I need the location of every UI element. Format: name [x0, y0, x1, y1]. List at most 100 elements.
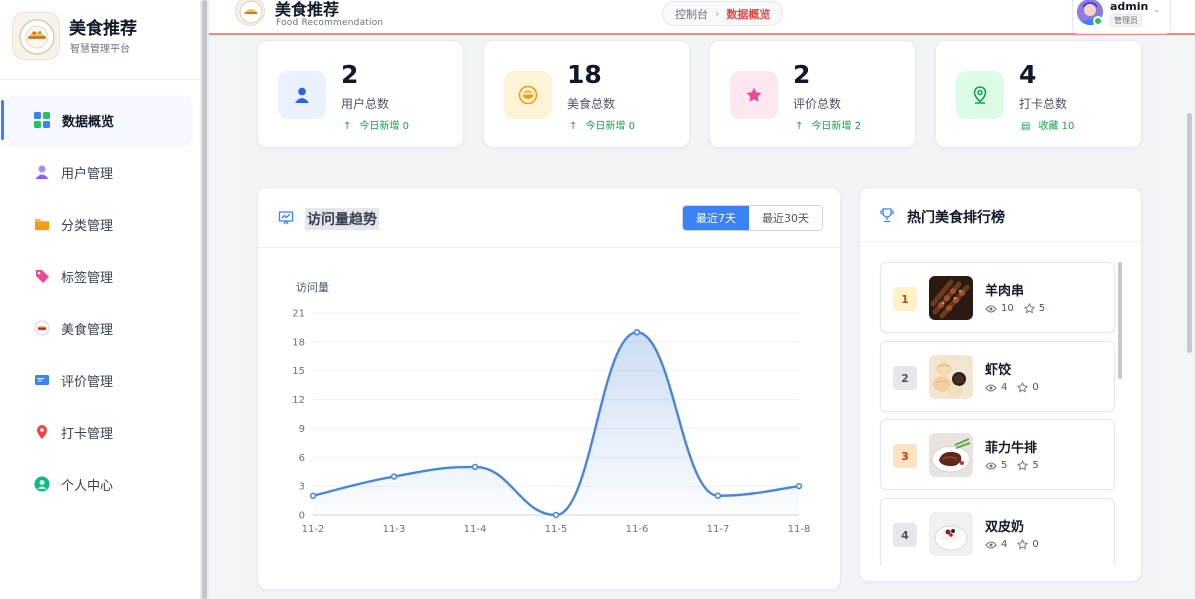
data-point — [471, 463, 479, 471]
star-count: 0 — [1017, 382, 1039, 393]
food-image-lamb-skewers — [929, 276, 973, 320]
sidebar-item-users[interactable]: 用户管理 — [0, 146, 201, 198]
y-tick-label: 3 — [299, 482, 305, 493]
trophy-icon — [880, 208, 894, 227]
sidebar-item-checkins[interactable]: 打卡管理 — [0, 406, 201, 458]
sidebar: 美食推荐 智慧管理平台 数据概览 用户管理 分类管理 标签管理 美食管理 评价管… — [0, 0, 201, 599]
range-7-days-button[interactable]: 最近7天 — [683, 206, 749, 230]
x-tick-label: 11-2 — [302, 524, 325, 535]
sidebar-item-label: 数据概览 — [62, 114, 115, 130]
stat-sub-text: 今日新增 0 — [359, 121, 409, 132]
location-pin-icon — [33, 423, 51, 441]
breadcrumb-parent[interactable]: 控制台 — [675, 6, 708, 22]
ranking-item[interactable]: 2 虾饺 4 0 — [880, 341, 1115, 412]
stat-label: 用户总数 — [341, 97, 390, 111]
food-name: 羊肉串 — [985, 284, 1025, 299]
sidebar-item-profile[interactable]: 个人中心 — [0, 458, 201, 510]
view-count-value: 10 — [1001, 303, 1014, 314]
page-scrollbar-thumb[interactable] — [1187, 113, 1192, 353]
arrow-up-icon: ↑ — [569, 121, 578, 132]
sidebar-item-tags[interactable]: 标签管理 — [0, 250, 201, 302]
sidebar-item-reviews[interactable]: 评价管理 — [0, 354, 201, 406]
chart-header: 访问量趋势 最近7天 最近30天 — [258, 188, 840, 248]
view-count: 10 — [985, 303, 1014, 314]
data-point — [714, 492, 722, 499]
stat-sub-text: 今日新增 0 — [585, 121, 635, 132]
stat-value: 2 — [341, 60, 359, 89]
star-count-value: 5 — [1032, 460, 1039, 471]
ranking-header: 热门美食排行榜 — [860, 188, 1141, 242]
view-count-value: 4 — [1001, 539, 1008, 550]
food-name: 菲力牛排 — [985, 441, 1038, 456]
ranking-item[interactable]: 4 双皮奶 4 0 — [880, 498, 1115, 566]
food-meta: 4 0 — [985, 539, 1049, 550]
rank-badge: 2 — [893, 366, 917, 390]
sidebar-item-label: 分类管理 — [61, 218, 114, 234]
star-outline-icon — [1023, 303, 1035, 314]
star-count: 0 — [1017, 539, 1039, 550]
y-axis-label: 访问量 — [296, 281, 329, 294]
stat-sub-text: 今日新增 2 — [811, 121, 861, 132]
x-tick-label: 11-7 — [707, 524, 730, 535]
sidebar-item-label: 个人中心 — [61, 478, 114, 494]
visit-trend-card: 访问量趋势 最近7天 最近30天 访问量 0 3 6 9 12 15 18 21 11-2 11-3… — [257, 187, 841, 590]
stat-sub-text: 收藏 10 — [1038, 121, 1075, 132]
stat-label: 评价总数 — [793, 97, 842, 111]
stat-value: 4 — [1019, 60, 1037, 89]
food-image-double-skin-milk — [929, 512, 973, 556]
sidebar-scrollbar-thumb[interactable] — [202, 0, 207, 599]
sidebar-item-label: 标签管理 — [61, 270, 114, 286]
stat-value: 18 — [567, 60, 602, 89]
sidebar-item-label: 用户管理 — [61, 166, 114, 182]
ranking-list: 1 羊肉串 10 5 2 虾饺 4 0 3 菲力牛排 5 5 4 双皮奶 4 0 — [860, 242, 1141, 566]
ranking-scrollbar-thumb[interactable] — [1118, 262, 1122, 379]
ranking-item[interactable]: 1 羊肉串 10 5 — [880, 262, 1115, 333]
breadcrumb-separator: › — [715, 7, 720, 20]
user-icon — [278, 71, 326, 119]
comment-icon — [33, 371, 51, 389]
range-30-days-button[interactable]: 最近30天 — [749, 206, 822, 230]
view-count-value: 4 — [1001, 382, 1008, 393]
stat-label: 打卡总数 — [1019, 97, 1068, 111]
star-icon — [730, 71, 778, 119]
x-tick-label: 11-6 — [626, 524, 649, 535]
sidebar-item-label: 美食管理 — [61, 322, 114, 338]
hot-food-ranking-card: 热门美食排行榜 1 羊肉串 10 5 2 虾饺 4 0 3 菲力牛排 5 5 4… — [859, 187, 1142, 582]
x-tick-label: 11-4 — [464, 524, 487, 535]
food-name: 虾饺 — [985, 363, 1012, 378]
bookmark-icon: ▤ — [1021, 121, 1031, 132]
breadcrumb-current: 数据概览 — [726, 7, 771, 21]
chart-icon — [278, 210, 294, 230]
view-count-value: 5 — [1001, 460, 1008, 471]
range-toggle: 最近7天 最近30天 — [682, 205, 823, 231]
user-menu[interactable]: admin 管理员 ⌄ — [1072, 0, 1171, 34]
sidebar-item-food[interactable]: 美食管理 — [0, 302, 201, 354]
data-point — [633, 329, 641, 336]
brand: 美食推荐 智慧管理平台 — [0, 0, 201, 80]
location-pin-icon — [956, 71, 1004, 119]
folder-icon — [33, 215, 51, 233]
star-count-value: 0 — [1032, 539, 1039, 550]
sidebar-item-dashboard[interactable]: 数据概览 — [1, 96, 191, 144]
stat-card-reviews: 2 评价总数 ↑ 今日新增 2 — [709, 40, 916, 148]
ranking-item[interactable]: 3 菲力牛排 5 5 — [880, 419, 1115, 490]
food-bowl-icon — [504, 71, 552, 119]
user-name: admin — [1110, 0, 1149, 13]
x-tick-label: 11-3 — [383, 524, 406, 535]
eye-icon — [985, 541, 997, 548]
x-tick-label: 11-8 — [788, 524, 811, 535]
y-tick-label: 6 — [299, 453, 305, 464]
y-tick-label: 21 — [292, 309, 305, 320]
chart-title: 访问量趋势 — [305, 208, 379, 230]
user-role-badge: 管理员 — [1110, 14, 1142, 27]
sidebar-item-categories[interactable]: 分类管理 — [0, 198, 201, 250]
star-count-value: 0 — [1032, 382, 1039, 393]
brand-subtitle: 智慧管理平台 — [70, 44, 130, 55]
star-count: 5 — [1017, 460, 1039, 471]
star-outline-icon — [1017, 539, 1029, 550]
series-area — [313, 332, 799, 515]
stat-label: 美食总数 — [567, 97, 616, 111]
y-tick-label: 0 — [299, 511, 305, 522]
x-tick-label: 11-5 — [545, 524, 568, 535]
star-outline-icon — [1017, 460, 1029, 471]
